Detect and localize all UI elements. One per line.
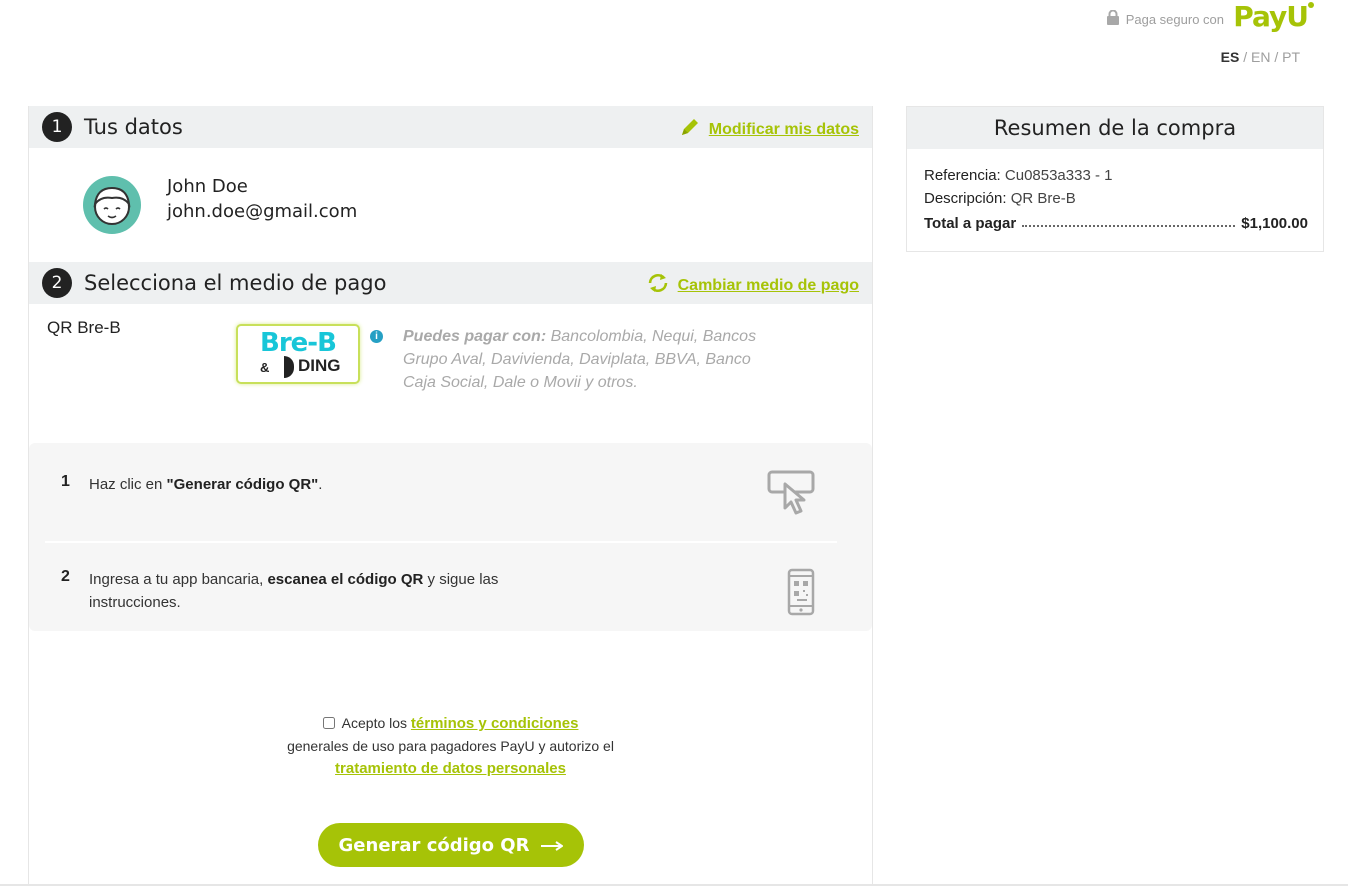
secure-payment-note: Paga seguro con: [1106, 9, 1224, 28]
logo-dot-icon: [1308, 2, 1314, 8]
generate-qr-button[interactable]: Generar código QR: [318, 823, 584, 867]
edit-data-label: Modificar mis datos: [708, 120, 859, 138]
edit-data-link[interactable]: Modificar mis datos: [679, 116, 859, 143]
section-your-data-header: 1 Tus datos Modificar mis datos: [29, 106, 872, 148]
step-text: Haz clic en "Generar código QR".: [89, 476, 323, 493]
top-bar: Paga seguro con PayU ES / EN / PT: [0, 0, 1348, 100]
summary-title: Resumen de la compra: [907, 107, 1323, 149]
user-face-icon: [93, 186, 131, 225]
phone-qr-icon: [787, 568, 815, 621]
step-badge: 1: [42, 112, 72, 142]
click-pointer-icon: [767, 470, 817, 523]
reference-row: Referencia: Cu0853a333 - 1: [924, 167, 1112, 184]
reference-value: Cu0853a333 - 1: [1004, 167, 1113, 184]
total-value: $1,100.00: [1241, 215, 1308, 232]
total-label: Total a pagar: [924, 215, 1017, 232]
info-icon[interactable]: i: [370, 330, 383, 343]
description-row: Descripción: QR Bre-B: [924, 190, 1076, 207]
lock-icon: [1106, 9, 1120, 28]
language-switcher: ES / EN / PT: [1220, 49, 1300, 65]
payment-method: QR Bre-B Bre-B & DING i Puedes pagar con…: [29, 304, 872, 442]
generate-qr-label: Generar código QR: [338, 834, 530, 856]
section-title: Tus datos: [84, 115, 183, 139]
section-title: Selecciona el medio de pago: [84, 271, 387, 295]
bre-b-ding-logo: Bre-B & DING: [236, 324, 360, 384]
logo-ampersand: &: [260, 360, 270, 375]
avatar: [83, 176, 141, 234]
change-method-link[interactable]: Cambiar medio de pago: [646, 272, 859, 299]
change-method-label: Cambiar medio de pago: [677, 276, 859, 294]
supported-banks-text: Puedes pagar con: Bancolombia, Nequi, Ba…: [403, 325, 773, 394]
description-label: Descripción:: [924, 190, 1007, 207]
pencil-icon: [679, 116, 701, 143]
user-info: John Doe john.doe@gmail.com: [29, 148, 872, 262]
description-value: QR Bre-B: [1010, 190, 1076, 207]
terms-middle-text: generales de uso para pagadores PayU y a…: [287, 738, 614, 754]
lang-en[interactable]: EN: [1251, 49, 1270, 65]
arrow-right-icon: [541, 835, 565, 856]
bre-b-wordmark: Bre-B: [260, 328, 337, 358]
ding-mark-icon: [284, 356, 294, 378]
user-email: john.doe@gmail.com: [167, 201, 358, 222]
terms-checkbox[interactable]: [322, 717, 335, 729]
reference-label: Referencia:: [924, 167, 1001, 184]
step-divider: [45, 541, 837, 543]
instructions-panel: 1 Haz clic en "Generar código QR". 2 Ing…: [29, 443, 872, 631]
total-row: Total a pagar $1,100.00: [924, 215, 1308, 232]
dotted-leader: [1022, 215, 1236, 227]
step-badge: 2: [42, 268, 72, 298]
user-name: John Doe: [167, 176, 248, 197]
section-payment-method-header: 2 Selecciona el medio de pago Cambiar me…: [29, 262, 872, 304]
lang-pt[interactable]: PT: [1282, 49, 1300, 65]
terms-link[interactable]: términos y condiciones: [411, 715, 579, 732]
data-treatment-link[interactable]: tratamiento de datos personales: [335, 760, 566, 777]
secure-text: Paga seguro con: [1125, 11, 1224, 27]
refresh-icon: [646, 272, 670, 299]
accept-text: Acepto los: [341, 715, 408, 731]
lang-es[interactable]: ES: [1221, 49, 1240, 65]
step-number: 2: [61, 568, 70, 585]
terms-consent: Acepto los términos y condiciones genera…: [29, 712, 872, 780]
ding-wordmark: DING: [298, 356, 341, 375]
purchase-summary: Resumen de la compra Referencia: Cu0853a…: [906, 106, 1324, 252]
step-number: 1: [61, 473, 70, 490]
payu-logo: PayU: [1233, 0, 1314, 33]
brand-text: PayU: [1233, 0, 1309, 33]
checkout-main: 1 Tus datos Modificar mis datos John Doe…: [28, 106, 873, 886]
payment-method-name: QR Bre-B: [47, 318, 121, 337]
can-pay-label: Puedes pagar con:: [403, 328, 547, 345]
step-text: Ingresa a tu app bancaria, escanea el có…: [89, 571, 499, 611]
